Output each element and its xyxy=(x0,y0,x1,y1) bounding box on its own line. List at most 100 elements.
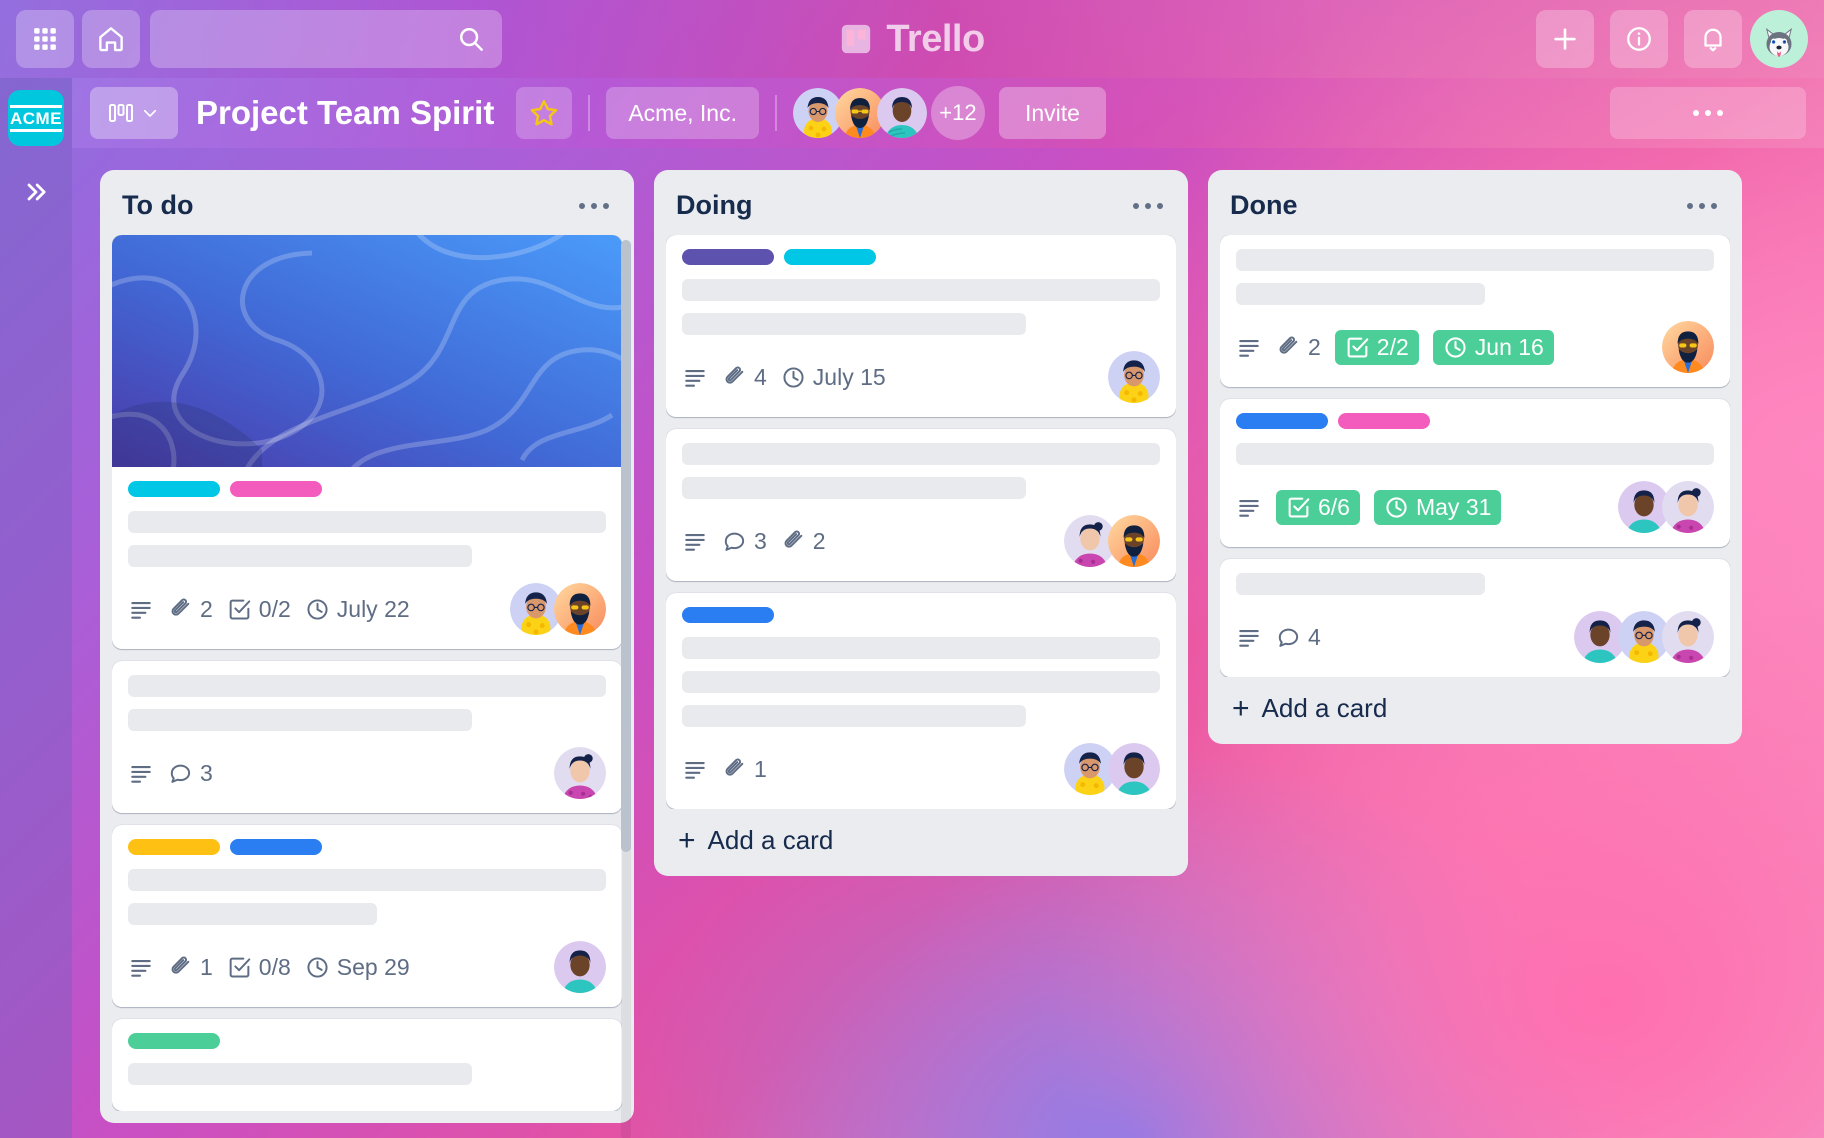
members-overflow-count[interactable]: +12 xyxy=(930,86,985,140)
attachment-count: 2 xyxy=(812,527,826,554)
member-avatar-bun-purple[interactable] xyxy=(554,747,606,799)
member-avatar-beard-orange[interactable] xyxy=(554,583,606,635)
card-title-line xyxy=(1236,443,1714,465)
card-title-line xyxy=(128,511,606,533)
header-divider-1 xyxy=(588,95,591,131)
board-title[interactable]: Project Team Spirit xyxy=(196,94,494,132)
clock-icon xyxy=(305,955,330,980)
expand-sidebar-button[interactable] xyxy=(12,168,60,216)
card[interactable] xyxy=(112,1019,622,1111)
attachment-icon xyxy=(722,757,747,782)
board-view-switcher[interactable] xyxy=(90,87,178,139)
favorite-board-button[interactable] xyxy=(516,87,573,139)
list-header-to-do: To do xyxy=(112,182,622,235)
top-navigation-bar: Trello xyxy=(0,0,1824,78)
checklist-badge: 0/8 xyxy=(227,954,291,981)
workspace-rail: ACME xyxy=(0,78,72,1138)
card-label[interactable] xyxy=(784,249,876,265)
card[interactable]: 3 xyxy=(112,661,622,813)
member-avatar-teal-top[interactable] xyxy=(554,941,606,993)
member-avatar-teal-top[interactable] xyxy=(1108,743,1160,795)
card-body: 1 0/8 Sep 29 xyxy=(112,825,622,1007)
card-label[interactable] xyxy=(1236,413,1328,429)
apps-grid-button[interactable] xyxy=(16,10,74,68)
list-scrollbar[interactable] xyxy=(621,240,631,1138)
member-avatar-glasses-yellow[interactable] xyxy=(1108,351,1160,403)
list-menu-button[interactable] xyxy=(576,191,612,221)
card[interactable]: 2 0/2 July 22 xyxy=(112,235,622,649)
attachment-count: 2 xyxy=(1308,333,1321,360)
attachment-count: 1 xyxy=(754,755,767,782)
list-menu-button[interactable] xyxy=(1684,191,1720,221)
card-title-line xyxy=(682,637,1160,659)
list-title[interactable]: Doing xyxy=(676,190,752,221)
search-icon[interactable] xyxy=(456,24,486,54)
card-label[interactable] xyxy=(230,839,322,855)
card-label[interactable] xyxy=(682,249,774,265)
workspace-logo[interactable]: ACME xyxy=(8,90,64,146)
list-menu-button[interactable] xyxy=(1130,191,1166,221)
search-input[interactable] xyxy=(166,28,456,50)
member-avatar-beard-orange[interactable] xyxy=(1662,321,1714,373)
card-label[interactable] xyxy=(128,839,220,855)
due-date-badge: July 22 xyxy=(305,596,410,623)
card-members xyxy=(1574,611,1714,663)
board-menu-button[interactable] xyxy=(1610,87,1806,139)
card-label[interactable] xyxy=(1338,413,1430,429)
comment-icon xyxy=(1276,625,1301,650)
card-badges: 3 2 xyxy=(682,515,1160,567)
card[interactable]: 1 xyxy=(666,593,1176,809)
card[interactable]: 6/6 May 31 xyxy=(1220,399,1730,547)
card-label[interactable] xyxy=(682,607,774,623)
description-icon xyxy=(128,596,154,622)
card[interactable]: 4 xyxy=(1220,559,1730,677)
attachment-badge: 1 xyxy=(168,954,213,981)
card-cover-image xyxy=(112,235,622,467)
member-avatar-bun-purple[interactable] xyxy=(1662,481,1714,533)
create-button[interactable] xyxy=(1536,10,1594,68)
description-icon xyxy=(682,756,708,782)
search-box[interactable] xyxy=(150,10,502,68)
due-date-text: July 22 xyxy=(336,595,410,622)
list-scrollbar-thumb[interactable] xyxy=(621,240,631,852)
card-badges: 2 0/2 July 22 xyxy=(128,583,606,635)
card-members xyxy=(1618,481,1714,533)
add-card-button-doing[interactable]: + Add a card xyxy=(666,809,1176,864)
card-body: 3 xyxy=(112,661,622,813)
member-avatar-teal-top[interactable] xyxy=(876,88,927,138)
card-members xyxy=(1064,515,1160,567)
clock-icon xyxy=(305,597,330,622)
home-button[interactable] xyxy=(82,10,140,68)
list-title[interactable]: To do xyxy=(122,190,193,221)
card-members xyxy=(510,583,606,635)
card-title-line xyxy=(1236,249,1714,271)
card[interactable]: 3 2 xyxy=(666,429,1176,581)
card-label[interactable] xyxy=(128,1033,220,1049)
list-cards-done: 2 2/2 Jun 16 6/6 May 31 4 xyxy=(1220,235,1730,677)
workspace-button[interactable]: Acme, Inc. xyxy=(606,87,759,139)
member-avatar-bun-purple[interactable] xyxy=(1662,611,1714,663)
description-icon xyxy=(1236,494,1262,520)
card-label[interactable] xyxy=(230,481,322,497)
invite-button[interactable]: Invite xyxy=(998,87,1106,139)
card[interactable]: 4 July 15 xyxy=(666,235,1176,417)
card[interactable]: 1 0/8 Sep 29 xyxy=(112,825,622,1007)
card[interactable]: 2 2/2 Jun 16 xyxy=(1220,235,1730,387)
due-date-badge: Sep 29 xyxy=(305,954,410,981)
card-title-line xyxy=(1236,573,1485,595)
member-avatar-beard-orange[interactable] xyxy=(1108,515,1160,567)
card-title-line xyxy=(682,443,1160,465)
ellipsis-icon xyxy=(579,202,609,209)
user-avatar[interactable] xyxy=(1750,10,1808,68)
list-doing: Doing 4 July 15 3 2 1 + Add a card xyxy=(654,170,1188,876)
list-title[interactable]: Done xyxy=(1230,190,1298,221)
top-right-actions xyxy=(1536,10,1808,68)
checklist-icon xyxy=(227,597,252,622)
notifications-button[interactable] xyxy=(1684,10,1742,68)
info-button[interactable] xyxy=(1610,10,1668,68)
card-label[interactable] xyxy=(128,481,220,497)
add-card-button-done[interactable]: + Add a card xyxy=(1220,677,1730,732)
comment-icon xyxy=(722,529,747,554)
checklist-count: 0/8 xyxy=(258,953,291,980)
card-body: 3 2 xyxy=(666,429,1176,581)
